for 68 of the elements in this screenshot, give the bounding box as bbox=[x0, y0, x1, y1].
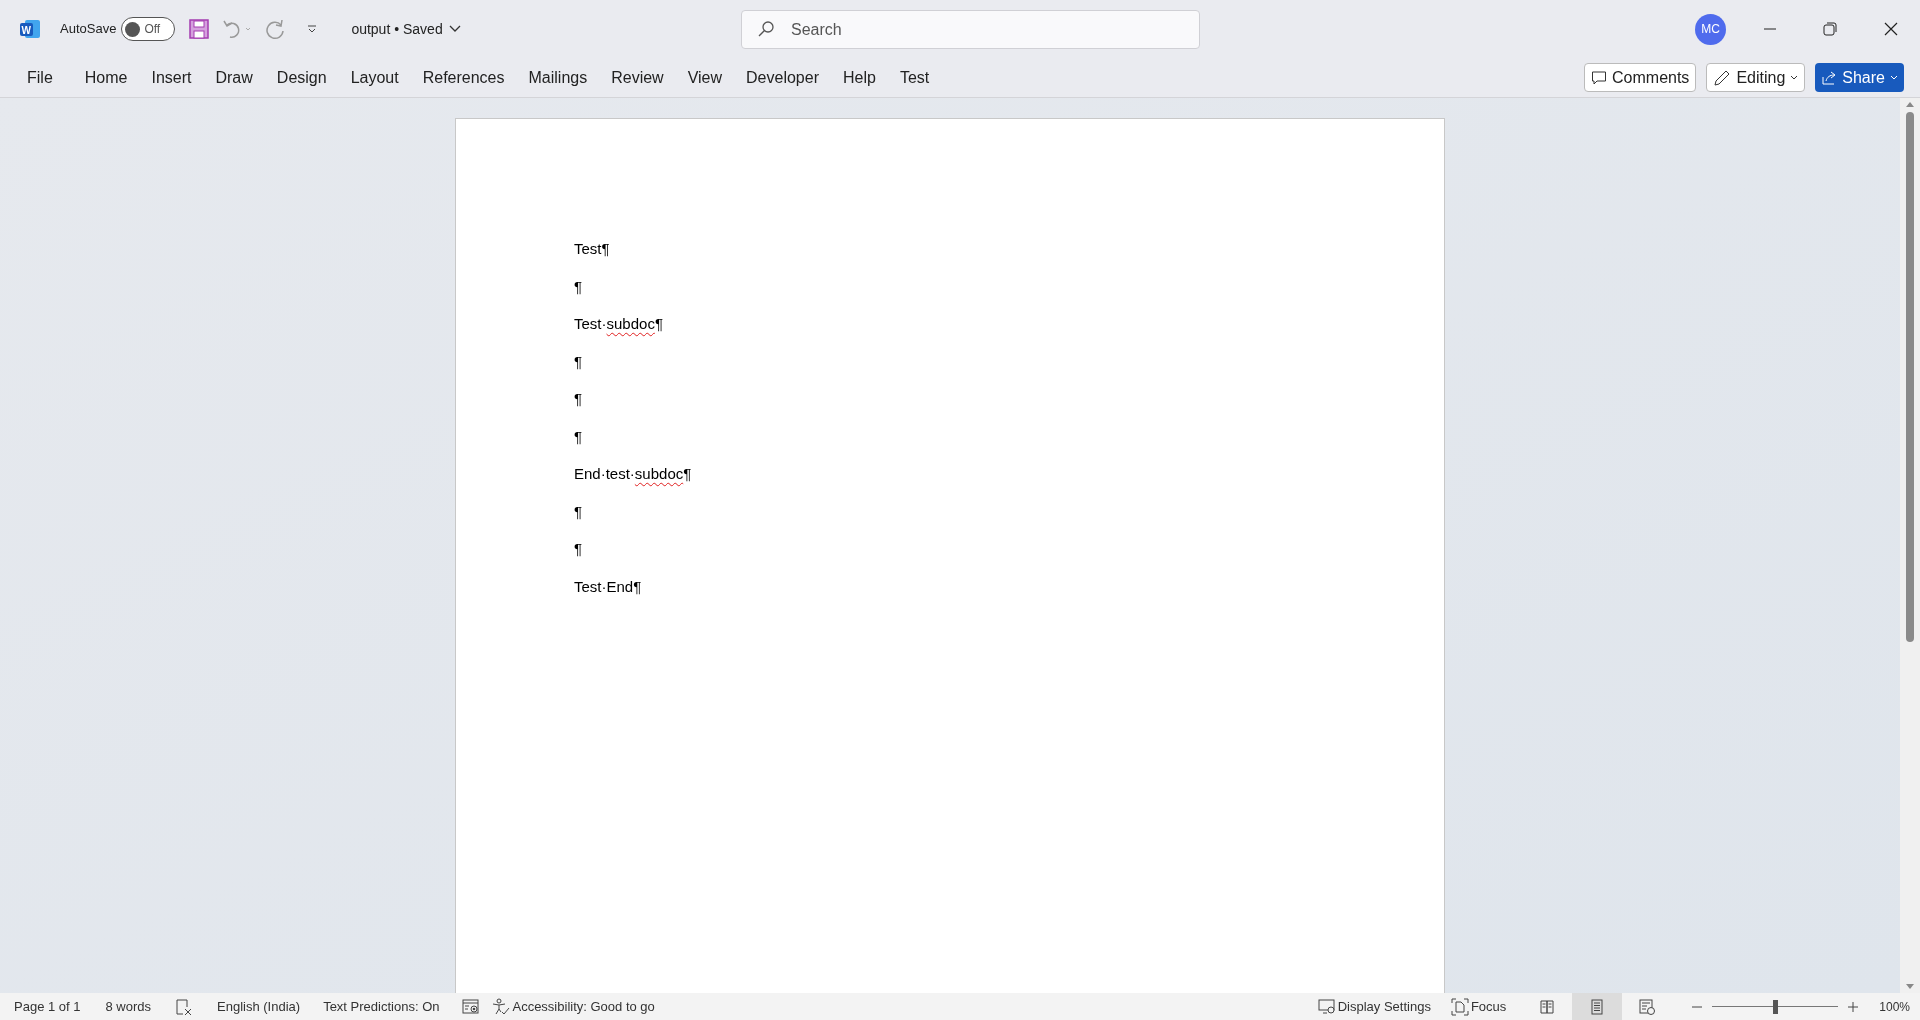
editing-button[interactable]: Editing bbox=[1706, 63, 1806, 92]
paragraph: ¶ bbox=[574, 426, 584, 447]
ribbon-tab[interactable]: Help bbox=[831, 61, 888, 94]
scroll-up-icon[interactable] bbox=[1905, 100, 1915, 108]
customize-toolbar-icon[interactable] bbox=[306, 23, 319, 35]
zoom-slider-thumb[interactable] bbox=[1773, 999, 1779, 1014]
ribbon-tab[interactable]: Draw bbox=[203, 61, 265, 94]
paragraph: Test·subdoc¶ bbox=[574, 314, 664, 334]
language-status[interactable]: English (India) bbox=[217, 996, 301, 1017]
ribbon-tab[interactable]: Design bbox=[264, 61, 339, 94]
print-layout-icon bbox=[1589, 998, 1606, 1015]
focus-button[interactable]: Focus bbox=[1450, 996, 1507, 1017]
focus-icon bbox=[1450, 997, 1469, 1016]
read-mode-icon bbox=[1539, 998, 1556, 1015]
share-icon bbox=[1821, 69, 1838, 86]
accessibility-status[interactable]: Accessibility: Good to go bbox=[492, 996, 655, 1017]
paragraph: ¶ bbox=[574, 389, 584, 409]
paragraph: End·test·subdoc¶ bbox=[574, 464, 693, 484]
paragraph: Test·End¶ bbox=[574, 576, 643, 597]
paragraph: ¶ bbox=[574, 276, 584, 297]
scroll-down-icon[interactable] bbox=[1905, 983, 1915, 991]
share-button[interactable]: Share bbox=[1815, 63, 1904, 92]
ribbon-tab[interactable]: Layout bbox=[338, 61, 411, 94]
speech-bubble-icon bbox=[1591, 69, 1607, 86]
macro-recording-icon[interactable] bbox=[462, 998, 481, 1015]
print-layout-button[interactable] bbox=[1572, 993, 1623, 1020]
paragraph: Test¶ bbox=[574, 239, 611, 259]
ribbon-tab[interactable]: Developer bbox=[734, 61, 831, 94]
ribbon-tab[interactable]: Insert bbox=[139, 61, 204, 94]
ribbon-tab[interactable]: Test bbox=[887, 61, 942, 94]
account-avatar[interactable]: MC bbox=[1695, 13, 1726, 45]
paragraph: ¶ bbox=[574, 351, 584, 372]
accessibility-check-icon bbox=[492, 997, 511, 1016]
redo-icon[interactable] bbox=[264, 18, 287, 40]
chevron-down-icon bbox=[1790, 74, 1799, 81]
close-icon[interactable] bbox=[1884, 22, 1898, 36]
text-predictions-status[interactable]: Text Predictions: On bbox=[323, 996, 440, 1017]
ribbon-tab[interactable]: Review bbox=[599, 61, 676, 94]
ribbon-tab[interactable]: File bbox=[15, 61, 65, 94]
proofing-icon[interactable] bbox=[175, 998, 194, 1015]
monitor-gear-icon bbox=[1317, 998, 1336, 1015]
word-count[interactable]: 8 words bbox=[105, 996, 152, 1017]
search-icon bbox=[757, 20, 775, 38]
display-settings-button[interactable]: Display Settings bbox=[1317, 996, 1431, 1017]
vertical-scrollbar[interactable] bbox=[1900, 98, 1920, 993]
restore-icon[interactable] bbox=[1823, 22, 1837, 36]
ribbon-tab[interactable]: View bbox=[675, 61, 735, 94]
web-layout-icon bbox=[1639, 998, 1656, 1015]
zoom-in-icon[interactable] bbox=[1848, 1001, 1859, 1012]
ribbon-tab[interactable]: Mailings bbox=[516, 61, 600, 94]
autosave-toggle[interactable]: Off bbox=[121, 17, 176, 41]
scrollbar-thumb[interactable] bbox=[1906, 112, 1914, 642]
zoom-slider[interactable] bbox=[1712, 999, 1839, 1014]
pencil-icon bbox=[1713, 68, 1732, 87]
paragraph: ¶ bbox=[574, 539, 584, 559]
undo-icon[interactable] bbox=[222, 18, 253, 40]
chevron-down-icon bbox=[448, 25, 461, 33]
ribbon-tab[interactable]: Home bbox=[72, 61, 140, 94]
comments-button[interactable]: Comments bbox=[1584, 63, 1697, 92]
zoom-level[interactable]: 100% bbox=[1879, 997, 1910, 1016]
autosave-label: AutoSave bbox=[60, 20, 117, 39]
save-icon[interactable] bbox=[188, 18, 211, 40]
chevron-down-icon bbox=[1890, 74, 1898, 81]
document-title-button[interactable]: output • Saved bbox=[351, 18, 461, 40]
paragraph: ¶ bbox=[574, 501, 584, 522]
page-count[interactable]: Page 1 of 1 bbox=[14, 996, 81, 1017]
search-field[interactable]: Search bbox=[741, 10, 1200, 49]
ribbon-tab[interactable]: References bbox=[410, 61, 517, 94]
